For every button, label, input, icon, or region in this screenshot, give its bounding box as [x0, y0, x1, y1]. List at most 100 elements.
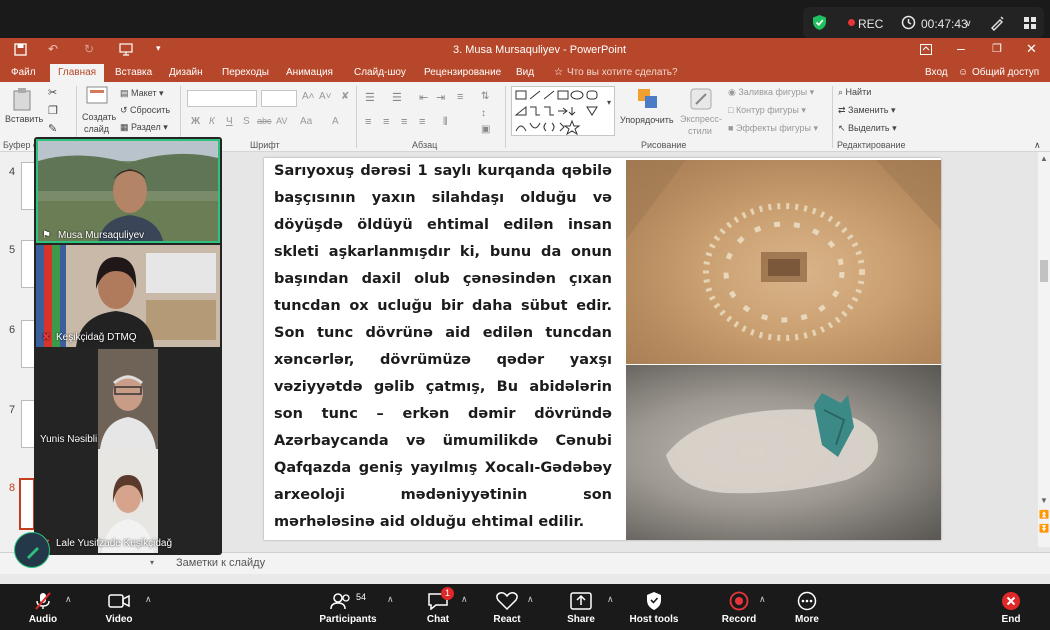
bold-icon[interactable]: Ж: [191, 116, 200, 127]
change-case-icon[interactable]: Aa: [300, 116, 312, 127]
save-icon[interactable]: [14, 43, 27, 56]
video-tile-active-speaker[interactable]: ⚑ Musa Mursaquliyev: [36, 139, 220, 243]
align-text-icon[interactable]: ↕: [481, 108, 486, 119]
annotation-floating-button[interactable]: [14, 532, 50, 568]
notes-chevron-down-icon[interactable]: ▾: [150, 558, 154, 567]
font-size-increase-icon[interactable]: A˄: [302, 91, 315, 102]
slide-text-box[interactable]: Sarıyoxuş dərəsi 1 saylı kurqanda qəbilə…: [274, 158, 612, 540]
scroll-down-icon[interactable]: ▼: [1040, 496, 1048, 505]
arrange-icon[interactable]: [637, 88, 659, 110]
next-slide-icon[interactable]: ⏬: [1039, 524, 1049, 533]
new-slide-label-2[interactable]: слайд: [84, 124, 109, 134]
tab-design[interactable]: Дизайн: [169, 67, 203, 78]
video-button[interactable]: Video: [94, 585, 144, 630]
tab-view[interactable]: Вид: [516, 67, 534, 78]
ribbon-display-options-icon[interactable]: [920, 44, 932, 55]
react-chevron-icon[interactable]: ∧: [527, 594, 534, 605]
font-name-box[interactable]: [187, 90, 257, 107]
undo-icon[interactable]: ↶: [48, 42, 58, 56]
slide-thumbnail[interactable]: [21, 240, 35, 288]
tab-file[interactable]: Файл: [11, 67, 36, 78]
more-button[interactable]: More: [787, 585, 827, 630]
restore-icon[interactable]: ❐: [992, 42, 1002, 55]
new-slide-icon[interactable]: [86, 86, 110, 106]
reset-button[interactable]: ↺ Сбросить: [120, 105, 170, 116]
justify-icon[interactable]: ≡: [419, 116, 425, 128]
customize-qat-icon[interactable]: ▾: [156, 43, 161, 54]
video-tile[interactable]: Yunis Nəsibli: [36, 349, 220, 449]
align-left-icon[interactable]: ≡: [365, 116, 371, 128]
notes-pane[interactable]: Заметки к слайду ▾: [0, 552, 1050, 574]
vertical-scrollbar[interactable]: ▲ ▼ ⏫ ⏬: [1038, 152, 1050, 547]
slide-thumbnail[interactable]: [21, 400, 35, 448]
tell-me-search[interactable]: Что вы хотите сделать?: [567, 67, 678, 78]
tab-animations[interactable]: Анимация: [286, 67, 333, 78]
underline-icon[interactable]: Ч: [226, 116, 233, 127]
record-chevron-icon[interactable]: ∧: [759, 594, 766, 605]
copy-icon[interactable]: ❐: [48, 104, 58, 117]
audio-button[interactable]: Audio: [18, 585, 68, 630]
prev-slide-icon[interactable]: ⏫: [1039, 510, 1049, 519]
align-right-icon[interactable]: ≡: [401, 116, 407, 128]
shapes-more-icon[interactable]: ▾: [607, 98, 611, 107]
view-grid-icon[interactable]: [1023, 16, 1037, 30]
collapse-ribbon-icon[interactable]: ∧: [1034, 140, 1041, 151]
video-options-chevron-icon[interactable]: ∧: [145, 594, 152, 605]
quick-styles-label-1[interactable]: Экспресс-: [680, 114, 722, 124]
columns-icon[interactable]: ⫴: [443, 116, 448, 129]
shape-outline-button[interactable]: □ Контур фигуры ▾: [728, 105, 806, 116]
smartart-icon[interactable]: ▣: [481, 124, 490, 135]
close-icon[interactable]: ✕: [1026, 41, 1037, 57]
start-slideshow-icon[interactable]: [119, 43, 133, 56]
chat-button[interactable]: 1 Chat: [418, 585, 458, 630]
kurgan-aerial-photo[interactable]: [626, 160, 941, 364]
shapes-gallery[interactable]: [511, 86, 615, 136]
clear-formatting-icon[interactable]: ✘: [341, 91, 349, 102]
arrowhead-artifact-photo[interactable]: [626, 365, 941, 540]
slide-thumbnail-selected[interactable]: [19, 478, 35, 530]
shape-fill-button[interactable]: ◉ Заливка фигуры ▾: [728, 87, 814, 98]
select-button[interactable]: ↖ Выделить ▾: [838, 123, 897, 134]
sign-in-link[interactable]: Вход: [925, 67, 948, 78]
decrease-indent-icon[interactable]: ⇤: [419, 91, 428, 104]
increase-indent-icon[interactable]: ⇥: [436, 91, 445, 104]
chat-chevron-icon[interactable]: ∧: [461, 594, 468, 605]
tab-review[interactable]: Рецензирование: [424, 67, 501, 78]
font-color-icon[interactable]: A: [332, 116, 339, 127]
shadow-icon[interactable]: S: [243, 116, 250, 127]
replace-button[interactable]: ⇄ Заменить ▾: [838, 105, 896, 116]
slide-thumbnail[interactable]: [21, 162, 35, 210]
quick-styles-icon[interactable]: [690, 88, 712, 110]
align-center-icon[interactable]: ≡: [383, 116, 389, 128]
paste-button[interactable]: Вставить: [5, 114, 43, 124]
scroll-thumb[interactable]: [1040, 260, 1048, 282]
section-button[interactable]: ▦ Раздел ▾: [120, 122, 168, 133]
share-screen-button[interactable]: Share: [561, 585, 601, 630]
font-size-box[interactable]: [261, 90, 297, 107]
annotate-pen-icon[interactable]: [989, 15, 1005, 31]
audio-options-chevron-icon[interactable]: ∧: [65, 594, 72, 605]
layout-button[interactable]: ▤ Макет ▾: [120, 88, 164, 99]
tab-transitions[interactable]: Переходы: [222, 67, 269, 78]
video-tile[interactable]: ✖ Keşikçidağ DTMQ: [36, 245, 220, 347]
timer-chevron-down-icon[interactable]: ∨: [965, 18, 972, 29]
numbering-icon[interactable]: ☰: [392, 91, 402, 104]
tab-insert[interactable]: Вставка: [115, 67, 152, 78]
shape-effects-button[interactable]: ■ Эффекты фигуры ▾: [728, 123, 818, 134]
video-tile[interactable]: ✖ Lale Yusifzade Keşikçidağ: [36, 449, 220, 553]
share-button[interactable]: Общий доступ: [972, 67, 1039, 78]
scroll-up-icon[interactable]: ▲: [1040, 154, 1048, 163]
record-button[interactable]: Record: [719, 585, 759, 630]
quick-styles-label-2[interactable]: стили: [688, 126, 712, 136]
cut-icon[interactable]: ✂: [48, 86, 57, 99]
host-tools-button[interactable]: Host tools: [628, 585, 680, 630]
paste-clipboard-icon[interactable]: [12, 87, 32, 111]
new-slide-label-1[interactable]: Создать: [82, 112, 116, 122]
format-painter-icon[interactable]: ✎: [48, 122, 57, 135]
security-shield-icon[interactable]: [812, 14, 827, 31]
participants-button[interactable]: 54 Participants: [318, 585, 378, 630]
arrange-button[interactable]: Упорядочить: [620, 115, 674, 125]
tab-home[interactable]: Главная: [50, 64, 105, 82]
strikethrough-icon[interactable]: abc: [257, 116, 272, 126]
end-meeting-button[interactable]: End: [993, 585, 1029, 630]
